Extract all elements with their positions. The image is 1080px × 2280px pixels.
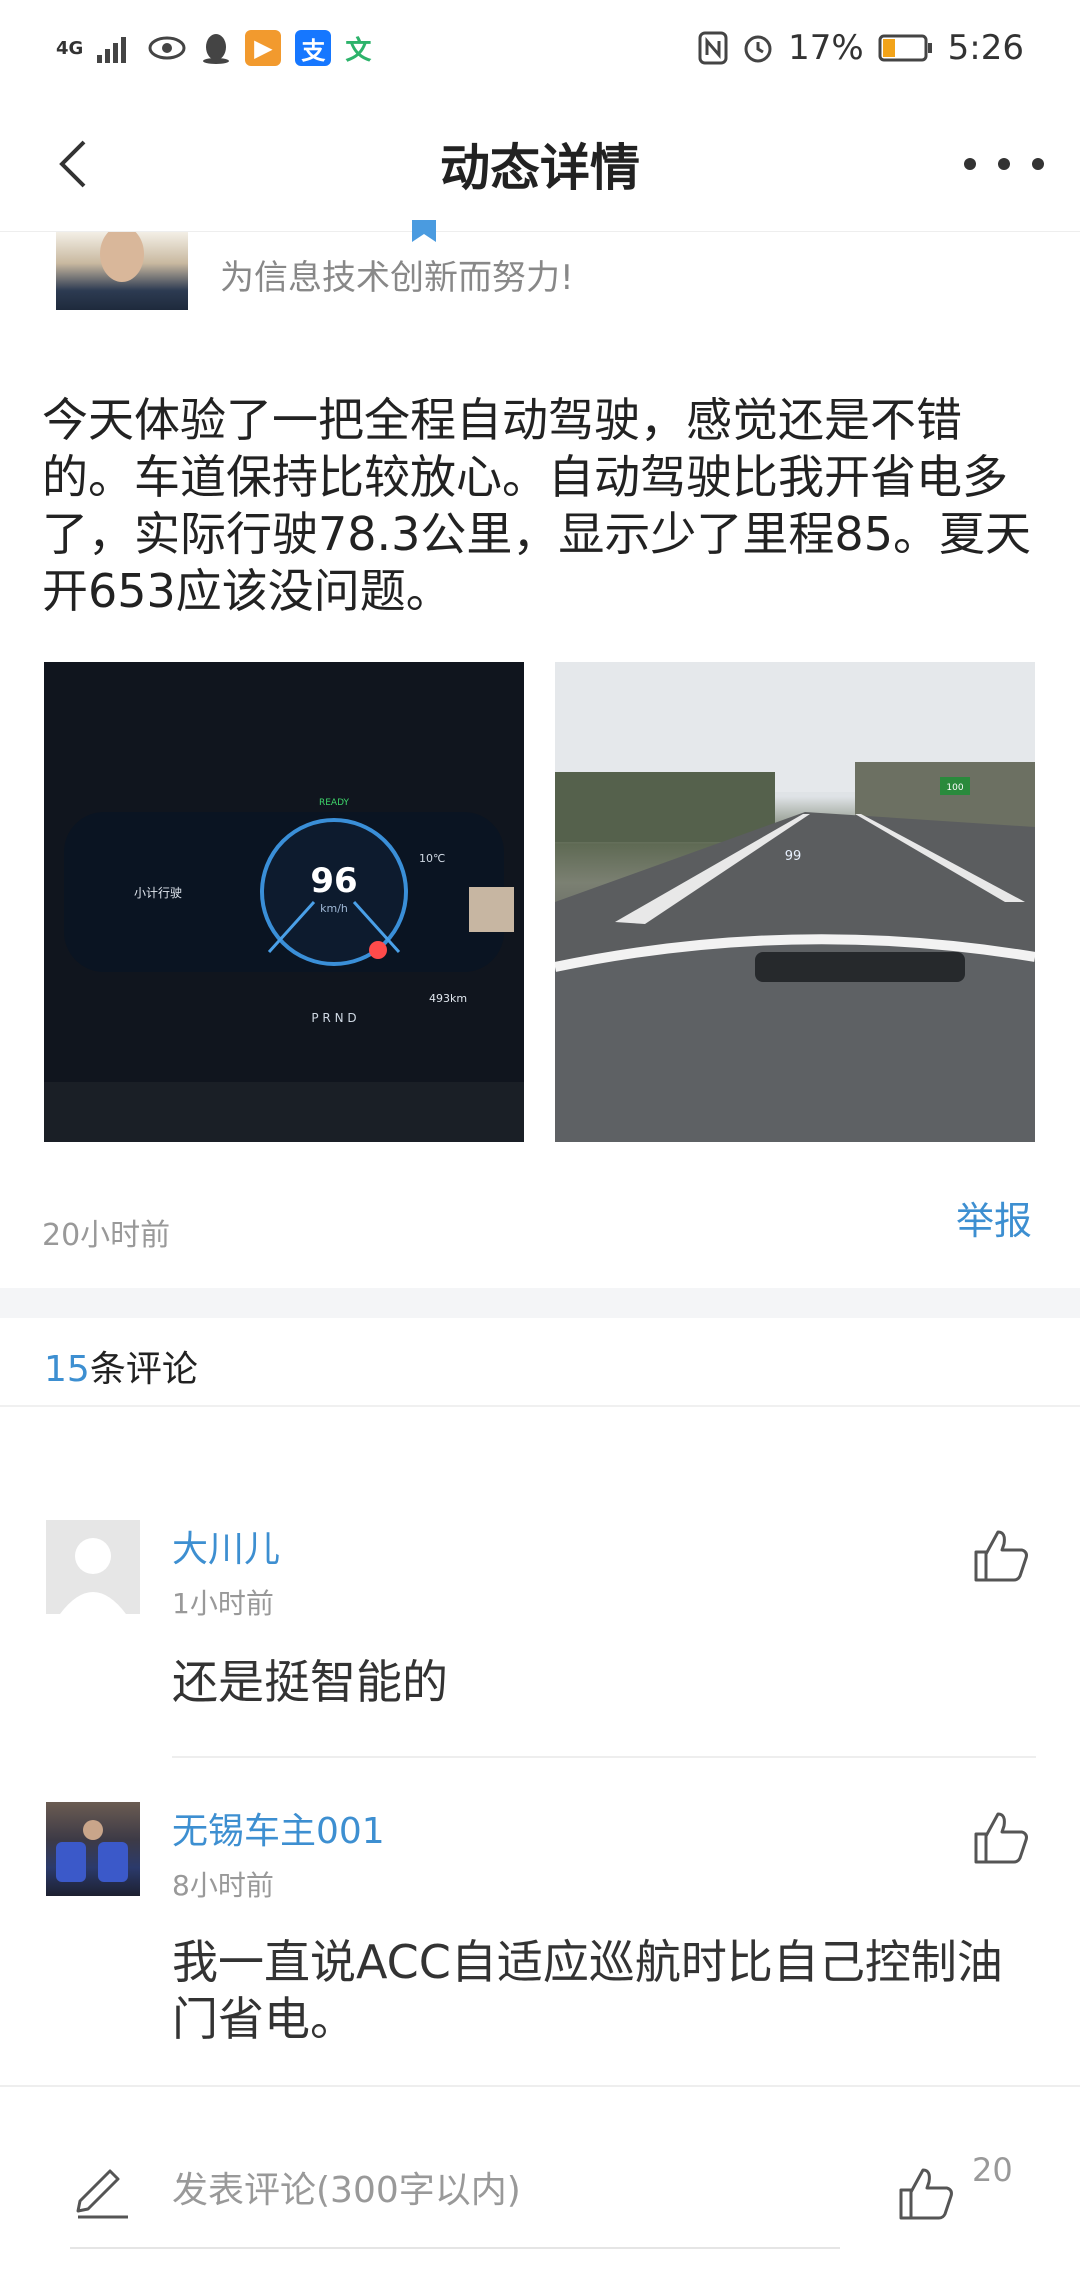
default-user-icon: [60, 1538, 126, 1614]
post-like-count: 20: [972, 2151, 1013, 2189]
dashboard-range: 493km: [429, 992, 467, 1005]
section-divider: [0, 1288, 1080, 1318]
thumbs-up-icon: [899, 2168, 953, 2220]
qq-penguin-icon: [201, 31, 231, 65]
comment-divider: [172, 1756, 1036, 1758]
highway-illustration: 100 99: [555, 662, 1035, 1142]
comment-like-button[interactable]: [970, 1806, 1032, 1868]
page-title: 动态详情: [440, 138, 640, 197]
dashboard-speed-unit: km/h: [320, 902, 348, 915]
dashboard-illustration: 96 km/h READY P R N D 10℃ 小计行驶 493km: [44, 662, 524, 1142]
battery-percent: 17%: [788, 28, 864, 68]
comment-text: 我一直说ACC自适应巡航时比自己控制油门省电。: [172, 1935, 1003, 2046]
commenter-name[interactable]: 大川儿: [172, 1520, 280, 1572]
dashboard-temp: 10℃: [419, 852, 445, 865]
dashboard-gears: P R N D: [311, 1011, 356, 1025]
top-navigation-bar: 动态详情: [0, 96, 1080, 232]
status-bar: 4G ▶ 支 文 17% 5:26: [0, 0, 1080, 96]
status-bar-left: 4G ▶ 支 文: [56, 30, 371, 67]
dashboard-speed: 96: [310, 861, 357, 901]
commenter-name[interactable]: 无锡车主001: [172, 1802, 385, 1854]
post-like-button[interactable]: [895, 2162, 957, 2224]
comment-input-field[interactable]: 发表评论(300字以内): [172, 2161, 521, 2213]
translate-icon: 文: [345, 35, 372, 66]
commenter-avatar[interactable]: [46, 1802, 140, 1896]
clock-time: 5:26: [947, 28, 1024, 68]
dashboard-trip-label: 小计行驶: [134, 885, 182, 900]
commenter-avatar[interactable]: [46, 1520, 140, 1614]
avatar-face: [100, 232, 144, 282]
thumbs-up-icon: [974, 1530, 1028, 1582]
more-dot-icon: [1032, 158, 1044, 170]
comments-count-label: 条评论: [89, 1349, 198, 1390]
comment-like-button[interactable]: [970, 1524, 1032, 1586]
author-header: 为信息技术创新而努力!: [56, 220, 1036, 312]
comments-count-number: 15: [44, 1349, 90, 1390]
status-bar-right: 17% 5:26: [698, 28, 1024, 68]
post-photo-highway[interactable]: 100 99: [555, 662, 1035, 1142]
comment-text: 还是挺智能的: [172, 1655, 448, 1709]
thumbs-up-icon: [974, 1812, 1028, 1864]
post-timestamp: 20小时前: [42, 1218, 171, 1253]
more-dot-icon: [998, 158, 1010, 170]
comment-time: 8小时前: [172, 1869, 274, 1902]
comment-time: 1小时前: [172, 1587, 274, 1620]
eye-icon: [147, 33, 187, 63]
verified-badge-icon: [412, 220, 436, 242]
network-type: 4G: [56, 37, 84, 59]
chevron-left-icon: [59, 140, 86, 188]
back-button[interactable]: [48, 134, 108, 194]
author-bio: 为信息技术创新而努力!: [220, 258, 574, 298]
hud-speed: 99: [785, 849, 802, 864]
avatar-photo: [56, 1820, 128, 1882]
pencil-icon: [76, 2169, 128, 2219]
speed-sign-text: 100: [946, 783, 963, 793]
post-body-text: 今天体验了一把全程自动驾驶，感觉还是不错的。车道保持比较放心。自动驾驶比我开省电…: [42, 393, 1031, 618]
comments-count-header: 15条评论: [44, 1340, 198, 1392]
dashboard-ready: READY: [319, 798, 350, 808]
comments-header-divider: [0, 1405, 1080, 1407]
input-underline: [70, 2247, 840, 2249]
more-dot-icon: [964, 158, 976, 170]
signal-icon: [97, 33, 133, 63]
more-options-button[interactable]: [964, 144, 1044, 184]
alipay-icon: 支: [295, 30, 332, 66]
alarm-icon: [742, 32, 774, 64]
battery-icon: [878, 33, 934, 63]
post-photo-dashboard[interactable]: 96 km/h READY P R N D 10℃ 小计行驶 493km: [44, 662, 524, 1142]
report-link[interactable]: 举报: [956, 1190, 1032, 1245]
video-app-icon: ▶: [245, 30, 282, 66]
nfc-icon: [698, 31, 728, 65]
comment-input-bar: 发表评论(300字以内) 20: [0, 2085, 1080, 2280]
author-avatar[interactable]: [56, 232, 188, 310]
